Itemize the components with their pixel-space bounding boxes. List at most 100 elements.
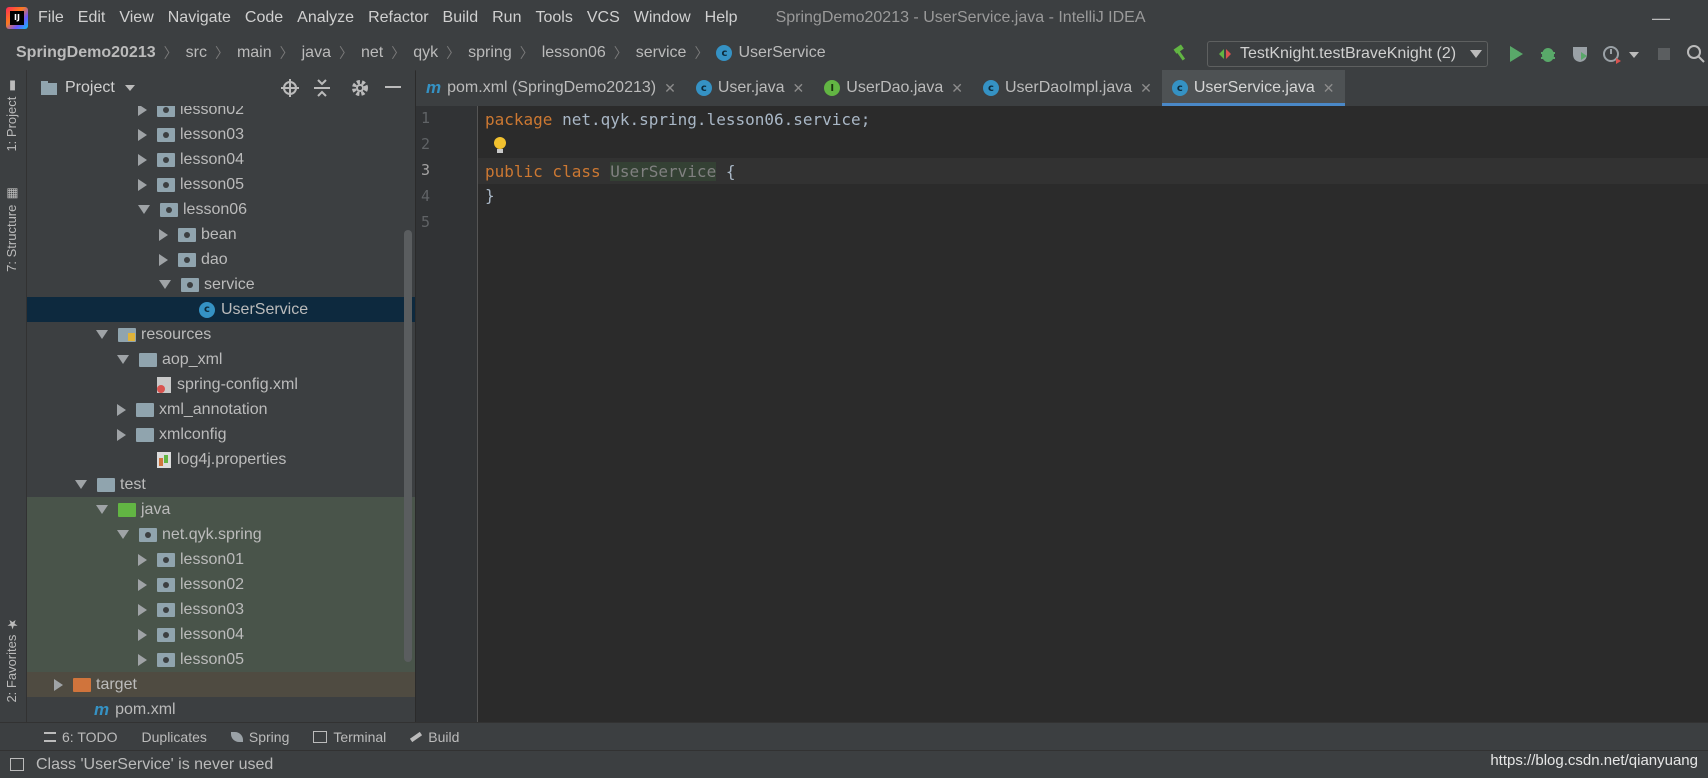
menu-window[interactable]: Window bbox=[634, 9, 691, 27]
chevron-right-icon[interactable] bbox=[138, 628, 147, 641]
tab-userdao-java[interactable]: I UserDao.java ✕ bbox=[814, 70, 973, 106]
close-icon[interactable]: ✕ bbox=[951, 80, 963, 97]
chevron-down-icon[interactable] bbox=[117, 355, 129, 364]
tree-item[interactable]: xml_annotation bbox=[27, 397, 415, 422]
tree-item[interactable]: service bbox=[27, 272, 415, 297]
chevron-right-icon[interactable] bbox=[138, 128, 147, 141]
menu-build[interactable]: Build bbox=[443, 9, 479, 27]
stripe-tab-structure[interactable]: 7: Structure ▦ bbox=[4, 186, 19, 272]
tree-item[interactable]: target bbox=[27, 672, 415, 697]
menu-vcs[interactable]: VCS bbox=[587, 9, 620, 27]
tree-item[interactable]: spring-config.xml bbox=[27, 372, 415, 397]
breadcrumb-item[interactable]: SpringDemo20213 bbox=[16, 44, 156, 62]
tree-item[interactable]: java bbox=[27, 497, 415, 522]
menu-navigate[interactable]: Navigate bbox=[168, 9, 231, 27]
breadcrumb-item[interactable]: java bbox=[302, 44, 331, 62]
chevron-down-icon[interactable] bbox=[75, 480, 87, 489]
breadcrumb-item[interactable]: UserService bbox=[738, 44, 825, 62]
tree-item[interactable]: net.qyk.spring bbox=[27, 522, 415, 547]
breadcrumb-item[interactable]: main bbox=[237, 44, 272, 62]
code-editor[interactable]: package net.qyk.spring.lesson06.service;… bbox=[478, 106, 1708, 722]
chevron-down-icon[interactable] bbox=[159, 280, 171, 289]
breadcrumb-item[interactable]: src bbox=[186, 44, 207, 62]
tree-scrollbar[interactable] bbox=[404, 230, 412, 662]
profile-icon[interactable] bbox=[1602, 44, 1622, 64]
tree-item[interactable]: m pom.xml bbox=[27, 697, 415, 722]
tool-duplicates[interactable]: Duplicates bbox=[142, 729, 207, 745]
coverage-icon[interactable] bbox=[1570, 44, 1590, 64]
tree-item[interactable]: lesson01 bbox=[27, 547, 415, 572]
chevron-right-icon[interactable] bbox=[138, 578, 147, 591]
chevron-right-icon[interactable] bbox=[138, 603, 147, 616]
breadcrumb-item[interactable]: spring bbox=[468, 44, 512, 62]
tree-item[interactable]: dao bbox=[27, 247, 415, 272]
breadcrumb-item[interactable]: lesson06 bbox=[542, 44, 606, 62]
menu-edit[interactable]: Edit bbox=[78, 9, 106, 27]
project-panel-title[interactable]: Project bbox=[65, 79, 115, 97]
debug-icon[interactable] bbox=[1538, 44, 1558, 64]
stripe-tab-favorites[interactable]: 2: Favorites ★ bbox=[4, 616, 19, 703]
close-icon[interactable]: ✕ bbox=[664, 80, 676, 97]
tool-terminal[interactable]: Terminal bbox=[313, 729, 386, 745]
collapse-all-icon[interactable] bbox=[313, 79, 331, 97]
menu-view[interactable]: View bbox=[119, 9, 153, 27]
stop-icon[interactable] bbox=[1654, 44, 1674, 64]
tree-item[interactable]: xmlconfig bbox=[27, 422, 415, 447]
chevron-right-icon[interactable] bbox=[138, 178, 147, 191]
lightbulb-icon[interactable] bbox=[494, 137, 506, 153]
menu-code[interactable]: Code bbox=[245, 9, 283, 27]
tree-item[interactable]: resources bbox=[27, 322, 415, 347]
chevron-down-icon[interactable] bbox=[96, 330, 108, 339]
chevron-down-icon[interactable] bbox=[1628, 44, 1640, 64]
tree-item[interactable]: lesson02 bbox=[27, 106, 415, 122]
menu-run[interactable]: Run bbox=[492, 9, 521, 27]
tree-item[interactable]: lesson04 bbox=[27, 147, 415, 172]
chevron-right-icon[interactable] bbox=[138, 653, 147, 666]
tool-spring[interactable]: Spring bbox=[230, 729, 289, 745]
tree-item[interactable]: lesson02 bbox=[27, 572, 415, 597]
chevron-right-icon[interactable] bbox=[138, 553, 147, 566]
menu-file[interactable]: File bbox=[38, 9, 64, 27]
tree-item[interactable]: aop_xml bbox=[27, 347, 415, 372]
stripe-tab-project[interactable]: 1: Project ▮ bbox=[4, 78, 19, 152]
chevron-down-icon[interactable] bbox=[96, 505, 108, 514]
tool-build[interactable]: Build bbox=[410, 729, 459, 745]
tree-item[interactable]: lesson03 bbox=[27, 122, 415, 147]
menu-analyze[interactable]: Analyze bbox=[297, 9, 354, 27]
chevron-right-icon[interactable] bbox=[159, 228, 168, 241]
tree-item[interactable]: c UserService bbox=[27, 297, 415, 322]
gear-icon[interactable] bbox=[351, 79, 369, 97]
close-icon[interactable]: ✕ bbox=[1323, 80, 1335, 97]
breadcrumb-item[interactable]: qyk bbox=[413, 44, 438, 62]
tab-userservice-java[interactable]: c UserService.java ✕ bbox=[1161, 70, 1345, 106]
hide-panel-icon[interactable] bbox=[385, 86, 401, 90]
tab-userdaoimpl-java[interactable]: c UserDaoImpl.java ✕ bbox=[973, 70, 1162, 106]
tree-item[interactable]: log4j.properties bbox=[27, 447, 415, 472]
tab-pom-xml[interactable]: m pom.xml (SpringDemo20213) ✕ bbox=[416, 70, 686, 106]
tree-item[interactable]: test bbox=[27, 472, 415, 497]
chevron-down-icon[interactable] bbox=[117, 530, 129, 539]
chevron-right-icon[interactable] bbox=[138, 153, 147, 166]
chevron-right-icon[interactable] bbox=[117, 428, 126, 441]
menu-refactor[interactable]: Refactor bbox=[368, 9, 428, 27]
close-icon[interactable]: ✕ bbox=[793, 80, 805, 97]
close-icon[interactable]: ✕ bbox=[1140, 80, 1152, 97]
minimize-icon[interactable]: — bbox=[1652, 8, 1670, 28]
tab-user-java[interactable]: c User.java ✕ bbox=[686, 70, 814, 106]
chevron-right-icon[interactable] bbox=[117, 403, 126, 416]
chevron-right-icon[interactable] bbox=[138, 106, 147, 116]
status-window-icon[interactable] bbox=[10, 758, 24, 771]
chevron-right-icon[interactable] bbox=[159, 253, 168, 266]
chevron-right-icon[interactable] bbox=[54, 678, 63, 691]
search-icon[interactable] bbox=[1686, 44, 1706, 64]
tree-item[interactable]: lesson04 bbox=[27, 622, 415, 647]
tree-item[interactable]: lesson05 bbox=[27, 647, 415, 672]
tree-item[interactable]: lesson06 bbox=[27, 197, 415, 222]
menu-help[interactable]: Help bbox=[705, 9, 738, 27]
breadcrumb-item[interactable]: net bbox=[361, 44, 383, 62]
tree-item[interactable]: lesson03 bbox=[27, 597, 415, 622]
chevron-down-icon[interactable] bbox=[124, 85, 135, 91]
tree-item[interactable]: lesson05 bbox=[27, 172, 415, 197]
tool-todo[interactable]: 6: TODO bbox=[44, 729, 118, 745]
tree-item[interactable]: bean bbox=[27, 222, 415, 247]
